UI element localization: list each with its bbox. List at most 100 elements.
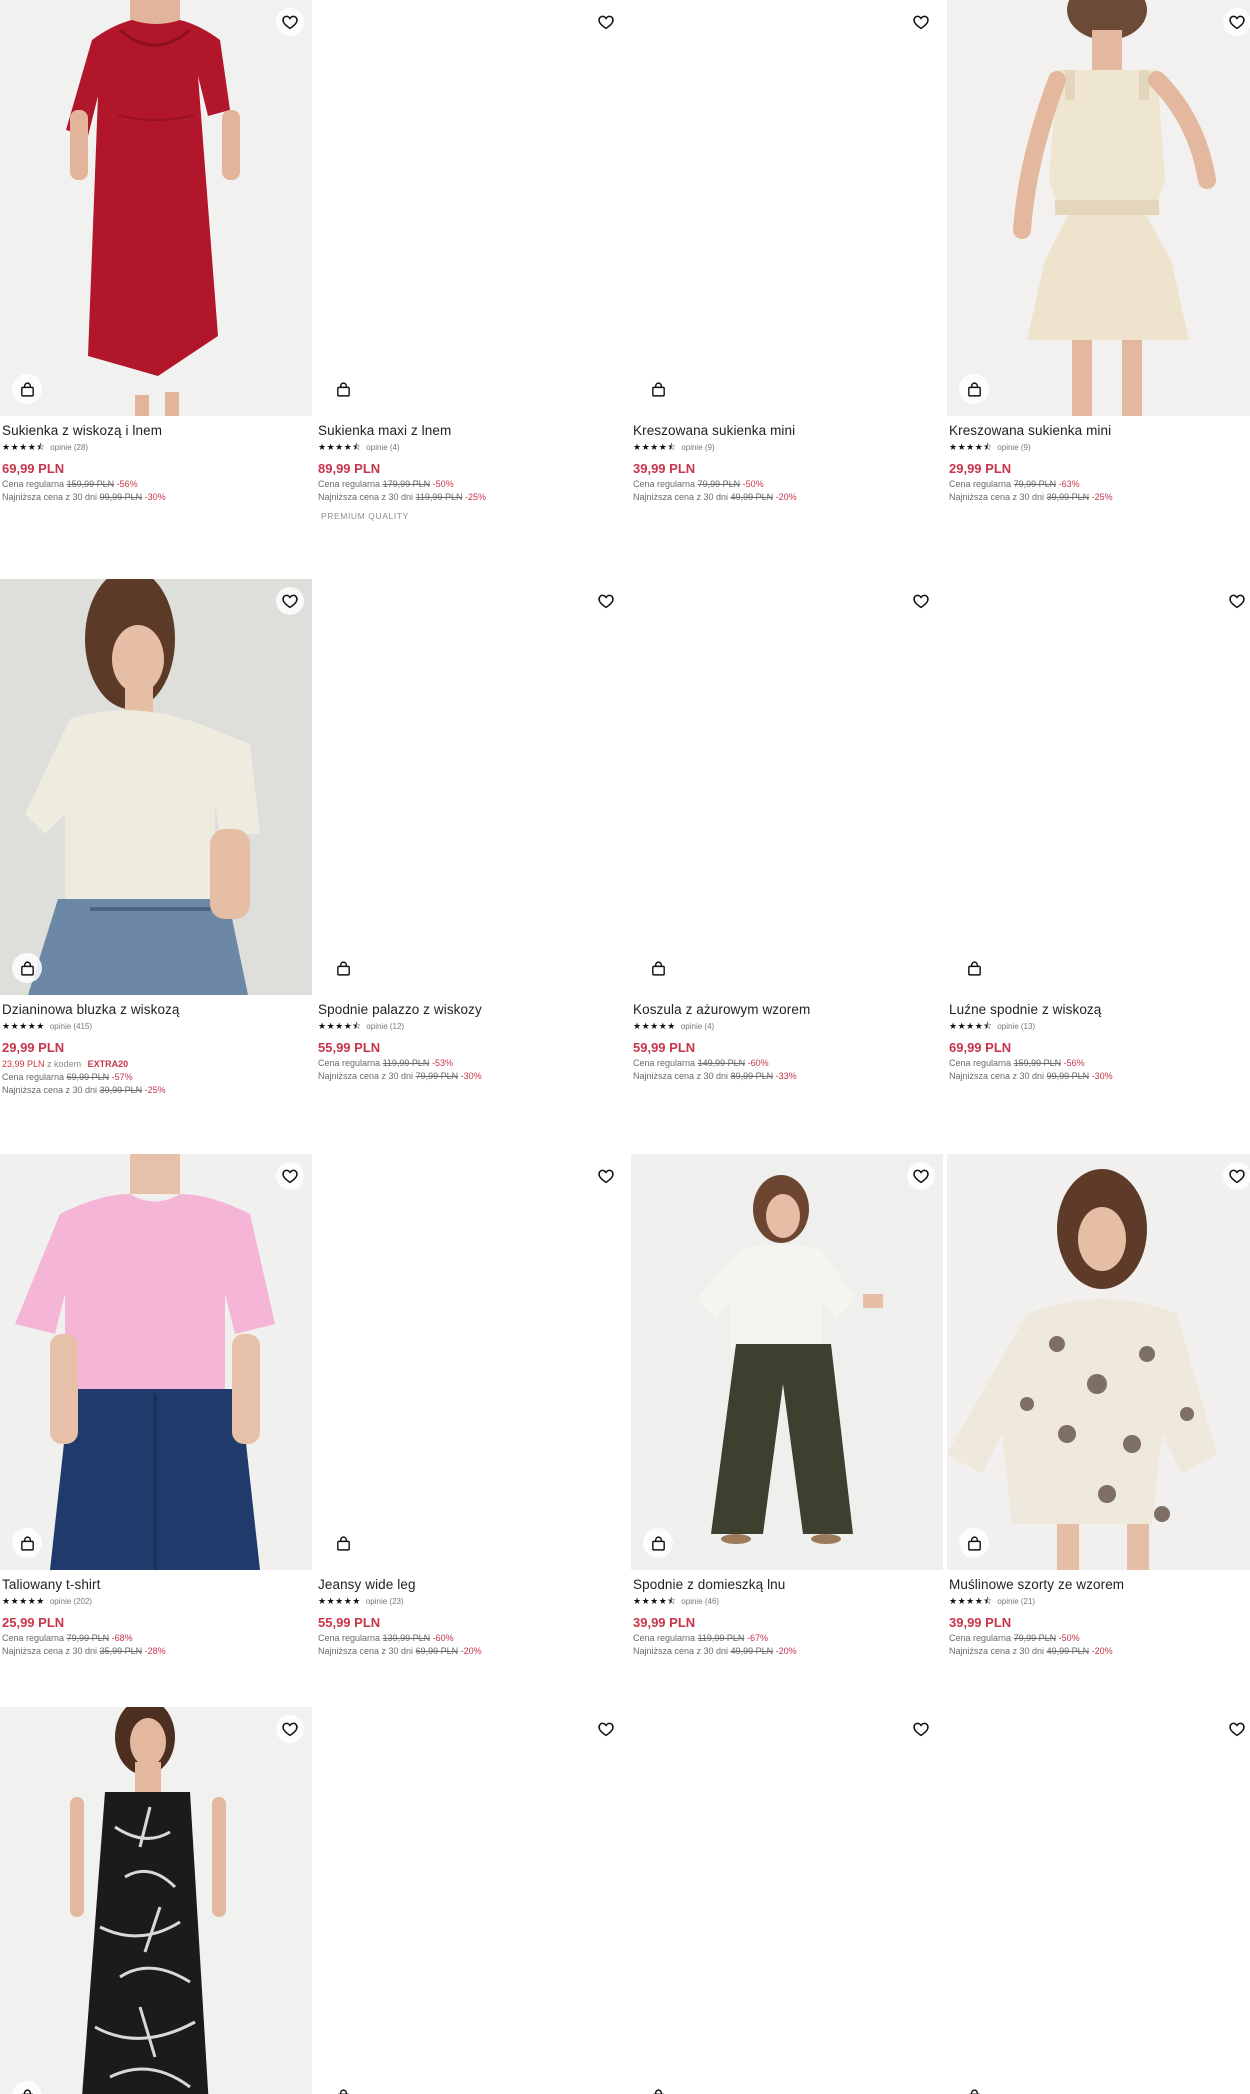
heart-icon[interactable] (907, 1715, 935, 1743)
product-card[interactable]: Spodnie palazzo z wiskozy ★★★★⯪ opinie (… (316, 579, 628, 1081)
product-card[interactable]: Sukienka maxi z lnem ★★★★⯪ opinie (4) 89… (316, 0, 628, 521)
rating: ★★★★⯪ opinie (28) (2, 442, 310, 453)
product-name[interactable]: Muślinowe szorty ze wzorem (949, 1577, 1250, 1592)
product-image[interactable] (631, 1154, 943, 1570)
regular-price-label: Cena regularna (949, 479, 1012, 489)
bag-icon[interactable] (12, 953, 42, 983)
heart-icon[interactable] (1223, 587, 1250, 615)
heart-icon[interactable] (1223, 8, 1250, 36)
heart-icon[interactable] (276, 1162, 304, 1190)
product-name[interactable]: Jeansy wide leg (318, 1577, 626, 1592)
product-card[interactable]: Muślinowe szorty ze wzorem ★★★★⯪ opinie … (947, 1154, 1250, 1656)
product-card[interactable]: Jeansy wide leg ★★★★★ opinie (23) 55,99 … (316, 1154, 628, 1656)
product-card[interactable] (631, 1707, 943, 2094)
review-count[interactable]: opinie (23) (366, 1597, 404, 1606)
product-name[interactable]: Sukienka maxi z lnem (318, 423, 626, 438)
product-name[interactable]: Kreszowana sukienka mini (949, 423, 1250, 438)
bag-icon[interactable] (643, 953, 673, 983)
product-image[interactable] (0, 1707, 312, 2094)
review-count[interactable]: opinie (202) (50, 1597, 92, 1606)
lowest-price-line: Najniższa cena z 30 dni 99,99 PLN -30% (2, 492, 310, 502)
product-card[interactable]: Luźne spodnie z wiskozą ★★★★⯪ opinie (13… (947, 579, 1250, 1081)
product-image[interactable] (0, 0, 312, 416)
heart-icon[interactable] (592, 8, 620, 36)
product-image[interactable] (631, 0, 943, 416)
heart-icon[interactable] (276, 587, 304, 615)
review-count[interactable]: opinie (4) (366, 443, 399, 452)
lowest-discount: -30% (460, 1071, 482, 1081)
lowest-price: 49,99 PLN (730, 492, 774, 502)
heart-icon[interactable] (592, 1715, 620, 1743)
bag-icon[interactable] (959, 1528, 989, 1558)
bag-icon[interactable] (12, 1528, 42, 1558)
heart-icon[interactable] (276, 1715, 304, 1743)
current-price: 39,99 PLN (633, 461, 696, 476)
heart-icon[interactable] (907, 8, 935, 36)
product-card[interactable] (947, 1707, 1250, 2094)
product-name[interactable]: Dzianinowa bluzka z wiskozą (2, 1002, 310, 1017)
regular-price-label: Cena regularna (2, 1072, 65, 1082)
review-count[interactable]: opinie (46) (681, 1597, 719, 1606)
review-count[interactable]: opinie (415) (50, 1022, 92, 1031)
bag-icon[interactable] (328, 1528, 358, 1558)
bag-icon[interactable] (328, 374, 358, 404)
review-count[interactable]: opinie (9) (681, 443, 714, 452)
review-count[interactable]: opinie (9) (997, 443, 1030, 452)
lowest-price-line: Najniższa cena z 30 dni 89,99 PLN -33% (633, 1071, 941, 1081)
bag-icon[interactable] (959, 374, 989, 404)
product-image[interactable] (316, 1154, 628, 1570)
heart-icon[interactable] (907, 587, 935, 615)
product-image[interactable] (947, 0, 1250, 416)
product-name[interactable]: Luźne spodnie z wiskozą (949, 1002, 1250, 1017)
product-name[interactable]: Kreszowana sukienka mini (633, 423, 941, 438)
product-image[interactable] (316, 0, 628, 416)
product-image[interactable] (0, 579, 312, 995)
review-count[interactable]: opinie (13) (997, 1022, 1035, 1031)
product-card[interactable] (0, 1707, 312, 2094)
product-name[interactable]: Koszula z ażurowym wzorem (633, 1002, 941, 1017)
product-image[interactable] (316, 579, 628, 995)
bag-icon[interactable] (959, 2081, 989, 2094)
regular-price-line: Cena regularna 159,99 PLN -56% (949, 1058, 1250, 1068)
review-count[interactable]: opinie (12) (366, 1022, 404, 1031)
bag-icon[interactable] (643, 1528, 673, 1558)
product-image[interactable] (631, 1707, 943, 2094)
product-name[interactable]: Spodnie palazzo z wiskozy (318, 1002, 626, 1017)
heart-icon[interactable] (592, 1162, 620, 1190)
bag-icon[interactable] (959, 953, 989, 983)
heart-icon[interactable] (907, 1162, 935, 1190)
product-image[interactable] (316, 1707, 628, 2094)
heart-icon[interactable] (1223, 1715, 1250, 1743)
review-count[interactable]: opinie (21) (997, 1597, 1035, 1606)
regular-price-label: Cena regularna (2, 479, 65, 489)
product-image[interactable] (947, 1154, 1250, 1570)
product-card[interactable]: Taliowany t-shirt ★★★★★ opinie (202) 25,… (0, 1154, 312, 1656)
product-card[interactable]: Sukienka z wiskozą i lnem ★★★★⯪ opinie (… (0, 0, 312, 502)
bag-icon[interactable] (12, 374, 42, 404)
product-image[interactable] (631, 579, 943, 995)
review-count[interactable]: opinie (4) (681, 1022, 714, 1031)
product-name[interactable]: Sukienka z wiskozą i lnem (2, 423, 310, 438)
bag-icon[interactable] (328, 2081, 358, 2094)
bag-icon[interactable] (328, 953, 358, 983)
bag-icon[interactable] (643, 2081, 673, 2094)
bag-icon[interactable] (643, 374, 673, 404)
heart-icon[interactable] (1223, 1162, 1250, 1190)
product-name[interactable]: Taliowany t-shirt (2, 1577, 310, 1592)
product-image[interactable] (0, 1154, 312, 1570)
product-card[interactable]: Kreszowana sukienka mini ★★★★⯪ opinie (9… (947, 0, 1250, 502)
product-card[interactable]: Spodnie z domieszką lnu ★★★★⯪ opinie (46… (631, 1154, 943, 1656)
product-card[interactable] (316, 1707, 628, 2094)
product-card[interactable]: Kreszowana sukienka mini ★★★★⯪ opinie (9… (631, 0, 943, 502)
lowest-price: 49,99 PLN (730, 1646, 774, 1656)
heart-icon[interactable] (592, 587, 620, 615)
review-count[interactable]: opinie (28) (50, 443, 88, 452)
product-image[interactable] (947, 1707, 1250, 2094)
heart-icon[interactable] (276, 8, 304, 36)
product-image[interactable] (947, 579, 1250, 995)
product-name[interactable]: Spodnie z domieszką lnu (633, 1577, 941, 1592)
promo-label: z kodem (47, 1059, 82, 1069)
lowest-discount: -20% (1091, 1646, 1113, 1656)
product-card[interactable]: Dzianinowa bluzka z wiskozą ★★★★★ opinie… (0, 579, 312, 1095)
product-card[interactable]: Koszula z ażurowym wzorem ★★★★★ opinie (… (631, 579, 943, 1081)
